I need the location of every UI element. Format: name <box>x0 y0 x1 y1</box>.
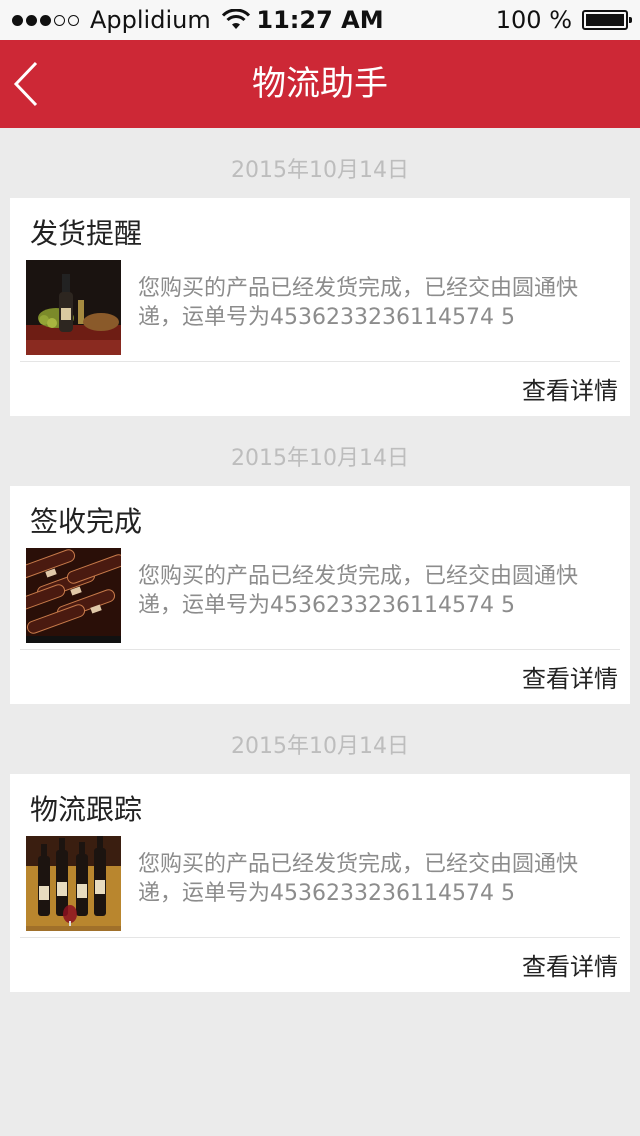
view-details-link[interactable]: 查看详情 <box>522 659 618 694</box>
message-feed: 2015年10月14日 发货提醒 您购买的产品已经发货完成，已经交由圆通快递，运… <box>0 128 640 992</box>
message-description: 您购买的产品已经发货完成，已经交由圆通快递，运单号为45362332361145… <box>138 852 579 906</box>
message-date: 2015年10月14日 <box>231 158 409 183</box>
message-title: 物流跟踪 <box>30 793 143 826</box>
message-group: 2015年10月14日 签收完成 您购买的产品已经发货完成，已经交由圆通快递，运… <box>0 416 640 704</box>
status-bar: Applidium 11:27 AM 100 % <box>0 0 640 40</box>
status-bar-right: 100 % <box>495 0 632 40</box>
message-date: 2015年10月14日 <box>231 734 409 759</box>
product-thumbnail <box>26 548 121 643</box>
divider <box>20 649 620 650</box>
message-date: 2015年10月14日 <box>231 446 409 471</box>
product-thumbnail <box>26 260 121 355</box>
message-title: 签收完成 <box>30 505 143 538</box>
message-card[interactable]: 物流跟踪 您购买的产品已经发货完成，已经交由圆通快递，运单号为453623323… <box>10 774 630 992</box>
message-card[interactable]: 签收完成 您购买的产品已经发货完成，已经交由圆通快递，运单号为453623323… <box>10 486 630 704</box>
battery-percentage: 100 % <box>495 6 572 34</box>
message-group: 2015年10月14日 物流跟踪 您购买的产品已经发货完成，已经交由圆通快递，运… <box>0 704 640 992</box>
message-card[interactable]: 发货提醒 您购买的产品已经发货完成，已经交由圆通快递，运单号为453623323… <box>10 198 630 416</box>
view-details-link[interactable]: 查看详情 <box>522 947 618 982</box>
message-description: 您购买的产品已经发货完成，已经交由圆通快递，运单号为45362332361145… <box>138 276 579 330</box>
battery-icon <box>582 10 632 30</box>
message-description: 您购买的产品已经发货完成，已经交由圆通快递，运单号为45362332361145… <box>138 564 579 618</box>
divider <box>20 361 620 362</box>
divider <box>20 937 620 938</box>
message-group: 2015年10月14日 发货提醒 您购买的产品已经发货完成，已经交由圆通快递，运… <box>0 128 640 416</box>
navigation-bar: 物流助手 <box>0 40 640 128</box>
page-title: 物流助手 <box>252 64 388 104</box>
view-details-link[interactable]: 查看详情 <box>522 371 618 406</box>
message-title: 发货提醒 <box>30 217 143 250</box>
product-thumbnail <box>26 836 121 931</box>
